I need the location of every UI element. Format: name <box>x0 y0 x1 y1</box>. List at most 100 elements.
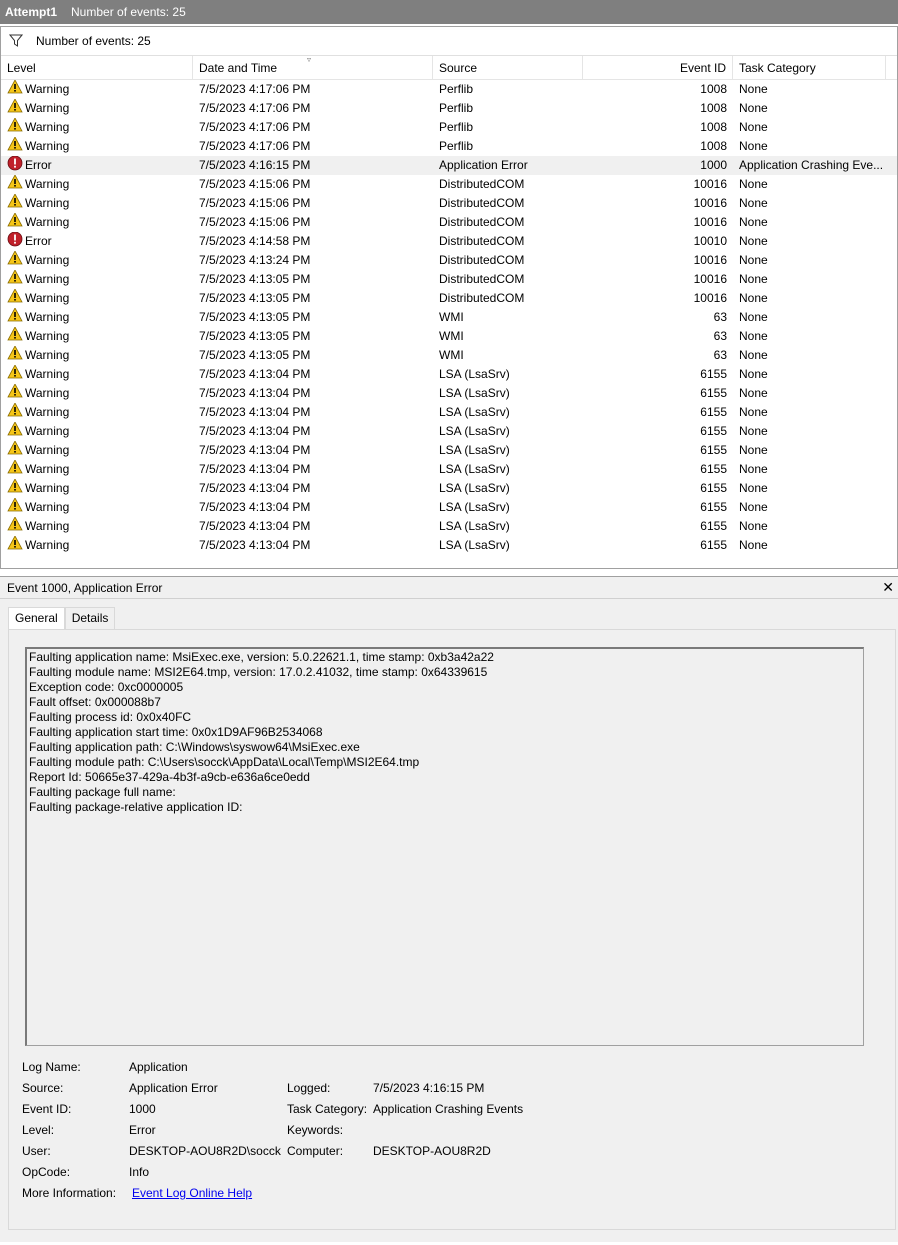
table-row[interactable]: Warning 7/5/2023 4:13:04 PM LSA (LsaSrv) 61… <box>1 422 897 441</box>
column-header-date[interactable]: Date and Time <box>193 56 433 80</box>
level-cell: Warning <box>7 517 187 536</box>
date-cell: 7/5/2023 4:17:06 PM <box>199 120 311 134</box>
description-line: Faulting application path: C:\Windows\sy… <box>29 740 360 754</box>
level-text: Warning <box>25 481 70 495</box>
close-icon[interactable]: ✕ <box>882 579 894 596</box>
warning-icon <box>7 422 25 441</box>
warning-icon <box>7 441 25 460</box>
table-row[interactable]: Warning 7/5/2023 4:17:06 PM Perflib 1008 Non… <box>1 118 897 137</box>
column-header-source[interactable]: Source <box>433 56 583 80</box>
level-text: Warning <box>25 519 70 533</box>
event-count-header: Number of events: 25 <box>71 5 186 19</box>
description-line: Faulting application start time: 0x0x1D9… <box>29 725 323 739</box>
level-cell: Warning <box>7 403 187 422</box>
date-cell: 7/5/2023 4:13:05 PM <box>199 310 311 324</box>
column-header-task-category[interactable]: Task Category <box>733 56 886 80</box>
level-text: Warning <box>25 215 70 229</box>
event-id-cell: 6155 <box>700 500 727 514</box>
date-cell: 7/5/2023 4:13:04 PM <box>199 538 311 552</box>
date-cell: 7/5/2023 4:15:06 PM <box>199 215 311 229</box>
task-category-cell: None <box>739 253 768 267</box>
log-name-value: Application <box>129 1060 188 1074</box>
column-header-level[interactable]: Level <box>1 56 193 80</box>
column-header-row: Level Date and Time ▿ Source Event ID Ta… <box>1 55 897 80</box>
level-cell: Warning <box>7 175 187 194</box>
date-cell: 7/5/2023 4:13:05 PM <box>199 329 311 343</box>
error-icon <box>7 156 25 175</box>
date-cell: 7/5/2023 4:13:04 PM <box>199 500 311 514</box>
table-row[interactable]: Warning 7/5/2023 4:13:04 PM LSA (LsaSrv) 61… <box>1 460 897 479</box>
task-category-cell: None <box>739 272 768 286</box>
table-row[interactable]: Warning 7/5/2023 4:13:05 PM WMI 63 None <box>1 308 897 327</box>
source-cell: LSA (LsaSrv) <box>439 538 510 552</box>
level-text: Warning <box>25 443 70 457</box>
table-row[interactable]: Warning 7/5/2023 4:13:05 PM WMI 63 None <box>1 327 897 346</box>
source-cell: Perflib <box>439 139 474 153</box>
event-id-cell: 1008 <box>700 82 727 96</box>
task-category-cell: None <box>739 500 768 514</box>
level-text: Warning <box>25 139 70 153</box>
table-row[interactable]: Warning 7/5/2023 4:17:06 PM Perflib 1008 Non… <box>1 80 897 99</box>
event-id-cell: 10016 <box>693 215 727 229</box>
level-text: Warning <box>25 101 70 115</box>
table-row[interactable]: Warning 7/5/2023 4:17:06 PM Perflib 1008 Non… <box>1 137 897 156</box>
detail-title: Event 1000, Application Error <box>7 580 163 595</box>
source-cell: DistributedCOM <box>439 215 525 229</box>
table-row[interactable]: Warning 7/5/2023 4:13:05 PM DistributedCOM… <box>1 289 897 308</box>
date-cell: 7/5/2023 4:13:04 PM <box>199 405 311 419</box>
filter-icon[interactable] <box>1 34 31 48</box>
source-cell: DistributedCOM <box>439 177 525 191</box>
source-cell: Perflib <box>439 101 474 115</box>
table-row[interactable]: Warning 7/5/2023 4:13:04 PM LSA (LsaSrv) 61… <box>1 403 897 422</box>
event-id-cell: 6155 <box>700 481 727 495</box>
event-rows: Warning 7/5/2023 4:17:06 PM Perflib 1008 Non… <box>1 80 897 555</box>
task-category-cell: None <box>739 310 768 324</box>
event-description-textbox[interactable]: Faulting application name: MsiExec.exe, … <box>25 647 864 1046</box>
table-row[interactable]: Warning 7/5/2023 4:13:04 PM LSA (LsaSrv) 61… <box>1 517 897 536</box>
table-row[interactable]: Error 7/5/2023 4:14:58 PM DistributedCOM 10… <box>1 232 897 251</box>
source-cell: LSA (LsaSrv) <box>439 367 510 381</box>
table-row[interactable]: Error 7/5/2023 4:16:15 PM Application Erro… <box>1 156 897 175</box>
level-cell: Warning <box>7 327 187 346</box>
event-id-cell: 10010 <box>693 234 727 248</box>
tab-general[interactable]: General <box>8 607 65 630</box>
logged-value: 7/5/2023 4:16:15 PM <box>373 1081 485 1095</box>
date-cell: 7/5/2023 4:13:04 PM <box>199 386 311 400</box>
tab-details[interactable]: Details <box>64 607 116 629</box>
table-row[interactable]: Warning 7/5/2023 4:13:04 PM LSA (LsaSrv) 61… <box>1 384 897 403</box>
table-row[interactable]: Warning 7/5/2023 4:13:04 PM LSA (LsaSrv) 61… <box>1 498 897 517</box>
table-row[interactable]: Warning 7/5/2023 4:15:06 PM DistributedCOM… <box>1 175 897 194</box>
description-line: Faulting module name: MSI2E64.tmp, versi… <box>29 665 488 679</box>
level-text: Warning <box>25 424 70 438</box>
table-row[interactable]: Warning 7/5/2023 4:13:04 PM LSA (LsaSrv) 61… <box>1 365 897 384</box>
event-log-online-help-link[interactable]: Event Log Online Help <box>132 1186 252 1200</box>
warning-icon <box>7 327 25 346</box>
warning-icon <box>7 384 25 403</box>
description-line: Faulting package-relative application ID… <box>29 800 243 814</box>
table-row[interactable]: Warning 7/5/2023 4:15:06 PM DistributedCOM… <box>1 213 897 232</box>
table-row[interactable]: Warning 7/5/2023 4:13:05 PM DistributedCOM… <box>1 270 897 289</box>
level-cell: Warning <box>7 289 187 308</box>
computer-label: Computer: <box>287 1144 344 1158</box>
task-category-cell: None <box>739 196 768 210</box>
table-row[interactable]: Warning 7/5/2023 4:13:04 PM LSA (LsaSrv) 61… <box>1 441 897 460</box>
description-line: Fault offset: 0x000088b7 <box>29 695 161 709</box>
table-row[interactable]: Warning 7/5/2023 4:13:05 PM WMI 63 None <box>1 346 897 365</box>
date-cell: 7/5/2023 4:13:04 PM <box>199 443 311 457</box>
description-line: Faulting process id: 0x0x40FC <box>29 710 192 724</box>
date-cell: 7/5/2023 4:13:24 PM <box>199 253 311 267</box>
table-row[interactable]: Warning 7/5/2023 4:13:04 PM LSA (LsaSrv) 61… <box>1 536 897 555</box>
level-cell: Warning <box>7 270 187 289</box>
task-category-value: Application Crashing Events <box>373 1102 524 1116</box>
table-row[interactable]: Warning 7/5/2023 4:13:04 PM LSA (LsaSrv) 61… <box>1 479 897 498</box>
table-row[interactable]: Warning 7/5/2023 4:17:06 PM Perflib 1008 Non… <box>1 99 897 118</box>
warning-icon <box>7 175 25 194</box>
warning-icon <box>7 194 25 213</box>
warning-icon <box>7 479 25 498</box>
task-category-cell: None <box>739 215 768 229</box>
event-id-cell: 1008 <box>700 120 727 134</box>
event-properties: Log Name: Application Source: Applicatio… <box>22 1060 882 1210</box>
column-header-event-id[interactable]: Event ID <box>583 56 733 80</box>
table-row[interactable]: Warning 7/5/2023 4:13:24 PM DistributedCOM… <box>1 251 897 270</box>
table-row[interactable]: Warning 7/5/2023 4:15:06 PM DistributedCOM… <box>1 194 897 213</box>
